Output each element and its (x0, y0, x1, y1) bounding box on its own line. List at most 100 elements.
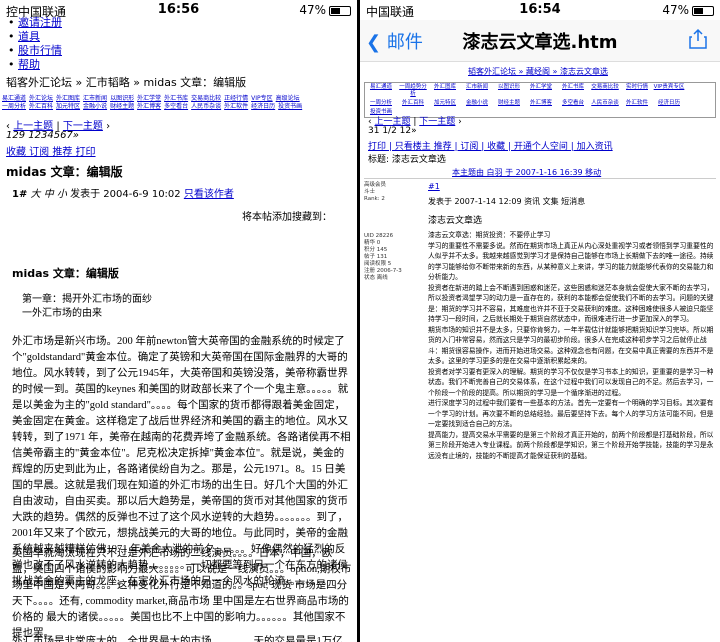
toolbar-link[interactable]: 外汇百科 (29, 103, 53, 111)
toolbar-link[interactable]: 外汇图库 (56, 95, 80, 103)
toolbar-link[interactable]: 投资书画 (278, 103, 302, 111)
toolbar-link[interactable]: 外汇书库 (164, 95, 188, 103)
user-points: 积分 145 (364, 247, 388, 253)
toolbar-link[interactable]: 外汇论坛 (29, 95, 53, 103)
forum-nav: 邀请注册 道具 股市行情 帮助 (8, 16, 62, 72)
toolbar-link[interactable]: 高级论坛 (276, 95, 300, 103)
toolbar-link[interactable]: 一周趋势分析 (397, 83, 429, 99)
moved-notice[interactable]: 本主题由 白羽 于 2007-1-16 16:39 移动 (452, 167, 601, 178)
nav-link-help[interactable]: 帮助 (18, 58, 40, 71)
toolbar-row: 一周分析 外汇百科 加元特区 金融小说 财经主题 外汇博客 多空看台 人民币杂谈… (2, 103, 356, 111)
battery-icon (329, 5, 351, 16)
user-posts: 帖子 131 (364, 254, 388, 260)
toolbar-link[interactable]: 外汇学堂 (525, 83, 557, 99)
bookmark-prompt: 将本帖添加搜藏到： (242, 212, 332, 223)
nav-link-market[interactable]: 股市行情 (18, 44, 62, 57)
author-only-link[interactable]: 只看该作者 (184, 189, 234, 200)
toolbar-link[interactable]: 外汇软件 (224, 103, 248, 111)
post-actions[interactable]: 打印 | 只看楼主 推荐 | 订阅 | 收藏 | 开通个人空间 | 加入资讯 (368, 139, 613, 152)
toolbar-link[interactable]: 外汇博客 (137, 103, 161, 111)
chapter-subtitle: 一外汇市场的由来 (22, 308, 102, 319)
post-body: 漆志云文章选：期货投资：不要停止学习 学习的重要性不需要多说。然而在期货市场上真… (428, 230, 714, 461)
toolbar-link[interactable]: 加元特区 (429, 99, 461, 108)
page-numbers[interactable]: 129 1234567» (6, 130, 79, 141)
battery-indicator: 47% (662, 3, 714, 17)
toolbar-link[interactable]: 易汇通道 (365, 83, 397, 99)
toolbar-link[interactable]: 加元特区 (56, 103, 80, 111)
toolbar-link[interactable]: 汇市新闻 (461, 83, 493, 99)
toolbar-link[interactable]: 易汇通道 (2, 95, 26, 103)
nav-link-invite[interactable]: 邀请注册 (18, 16, 62, 29)
breadcrumb[interactable]: 韬客外汇论坛 » 汇市韬略 » midas 文章：编辑版 (6, 74, 246, 90)
toolbar-link[interactable]: 经济日历 (251, 103, 275, 111)
nav-link-props[interactable]: 道具 (18, 30, 40, 43)
toolbar-link[interactable]: 正经行情 (224, 95, 248, 103)
post-paragraph: 投资者对学习要有更深入的理解。期货的学习不仅仅是学习书本上的知识，更重要的是学习… (428, 367, 714, 397)
user-info: 高级会员 斗士 Rank: 2 UID 28226 精华 0 积分 145 帖子… (364, 182, 402, 282)
toolbar-link[interactable]: 财经主题 (110, 103, 134, 111)
toolbar-link[interactable]: 外汇学堂 (137, 95, 161, 103)
font-size-switch[interactable]: 大 中 小 (31, 189, 67, 200)
toolbar-link[interactable]: 一周分析 (2, 103, 26, 111)
toolbar-link[interactable]: 实时行情 (621, 83, 653, 99)
post-paragraph: 漆志云文章选：期货投资：不要停止学习 (428, 231, 551, 239)
post-paragraph: 期货市场的知识并不是太多，只要你肯努力，一年半载估计就能够把期货知识学习完毕。所… (428, 325, 714, 366)
status-bar: 中国联通 16:54 47% (360, 0, 720, 20)
post-title: 漆志云文章选 (428, 216, 483, 226)
toolbar-link[interactable]: 金融小说 (461, 99, 493, 108)
post-paragraph: 投资者在新进的踏上会不断遇到困惑和迷茫，这些困惑和迷茫本身就会促使大家不断的去学… (428, 283, 714, 324)
user-registered: 注册 2006-7-3 (364, 268, 402, 274)
section-toolbar: 易汇通道 外汇论坛 外汇图库 汇市新闻 以图识形 外汇学堂 外汇书库 交易商比较… (2, 95, 356, 111)
toolbar-link[interactable]: 人民币杂谈 (191, 103, 221, 111)
toolbar-link[interactable]: 以图识形 (493, 83, 525, 99)
toolbar-link[interactable]: 多空看台 (164, 103, 188, 111)
divider (364, 178, 716, 179)
toolbar-link[interactable]: 外汇书库 (557, 83, 589, 99)
toolbar-link[interactable]: 金融小说 (83, 103, 107, 111)
next-topic-link[interactable]: 下一主题 (419, 117, 455, 127)
article-paragraph: 英国早就淘汰现在只不过是外汇市场的二线演员。。。。日本，中国，欧盟，美国四个诸侯… (12, 548, 352, 639)
mail-header: ❮ 邮件 漆志云文章选.htm (360, 20, 720, 62)
article-heading: midas 文章：编辑版 (12, 267, 119, 280)
toolbar-link[interactable]: 外汇图库 (429, 83, 461, 99)
toolbar-link[interactable]: VIP贵宾专区 (653, 83, 685, 99)
post-paragraph: 提高能力，提高交易水平需要的是第三个阶段才真正开始的，前两个阶段都是打基础阶段，… (428, 430, 714, 460)
battery-icon (692, 5, 714, 16)
attachment-title: 漆志云文章选.htm (462, 32, 618, 53)
toolbar-link[interactable]: 一周分析 (365, 99, 397, 108)
battery-indicator: 47% (299, 3, 351, 17)
left-screenshot: 控中国联通 16:56 47% 邀请注册 道具 股市行情 帮助 韬客外汇论坛 »… (0, 0, 357, 642)
post-date: 发表于 2007-1-14 12:09 资讯 文集 短消息 (428, 197, 586, 206)
article-paragraph: 外汇市场是非常庞大的，全世界最大的市场。。。。。。。天的交易量是1万亿美金的。 (12, 636, 343, 642)
post-number[interactable]: #1 (428, 182, 440, 191)
toolbar-link[interactable]: VIP专区 (251, 95, 273, 103)
toolbar-link[interactable]: 交易商比较 (191, 95, 221, 103)
toolbar-link[interactable]: 人民币杂谈 (589, 99, 621, 108)
user-digest: 精华 0 (364, 240, 381, 246)
user-permission: 阅读权限 5 (364, 261, 392, 267)
post-info: 1# 大 中 小 发表于 2004-6-9 10:02 只看该作者 (12, 185, 234, 200)
page-title: midas 文章：编辑版 (6, 165, 123, 179)
battery-percent: 47% (299, 3, 326, 17)
post-paragraph: 进行深度学习的过程中我们要有一些基本的方法。首先一定要有一个明确的学习目标。其次… (428, 399, 714, 428)
toolbar-link[interactable]: 外汇软件 (621, 99, 653, 108)
toolbar-link[interactable]: 汇市新闻 (83, 95, 107, 103)
user-group: 高级会员 (364, 182, 387, 188)
toolbar-link[interactable]: 交易商比较 (589, 83, 621, 99)
toolbar-link[interactable]: 以图识形 (110, 95, 134, 103)
page-numbers[interactable]: 31 1/2 12» (368, 126, 417, 136)
toolbar-link[interactable]: 多空看台 (557, 99, 589, 108)
user-uid: UID 28226 (364, 233, 394, 239)
right-screenshot: 中国联通 16:54 47% ❮ 邮件 漆志云文章选.htm 韬客外汇论坛 » … (360, 0, 720, 642)
user-status: 状态 离线 (364, 275, 388, 281)
user-title: 斗士 (364, 189, 376, 195)
toolbar-link[interactable]: 外汇博客 (525, 99, 557, 108)
battery-percent: 47% (662, 3, 689, 17)
toolbar-link[interactable]: 经济日历 (653, 99, 685, 108)
post-actions[interactable]: 收藏 订阅 推荐 打印 (6, 143, 96, 158)
toolbar-link[interactable]: 外汇百科 (397, 99, 429, 108)
breadcrumb[interactable]: 韬客外汇论坛 » 藏经阁 » 漆志云文章选 (468, 66, 608, 77)
toolbar-link[interactable]: 财经主题 (493, 99, 525, 108)
post-number: 1# (12, 189, 28, 200)
share-icon[interactable] (688, 28, 708, 50)
